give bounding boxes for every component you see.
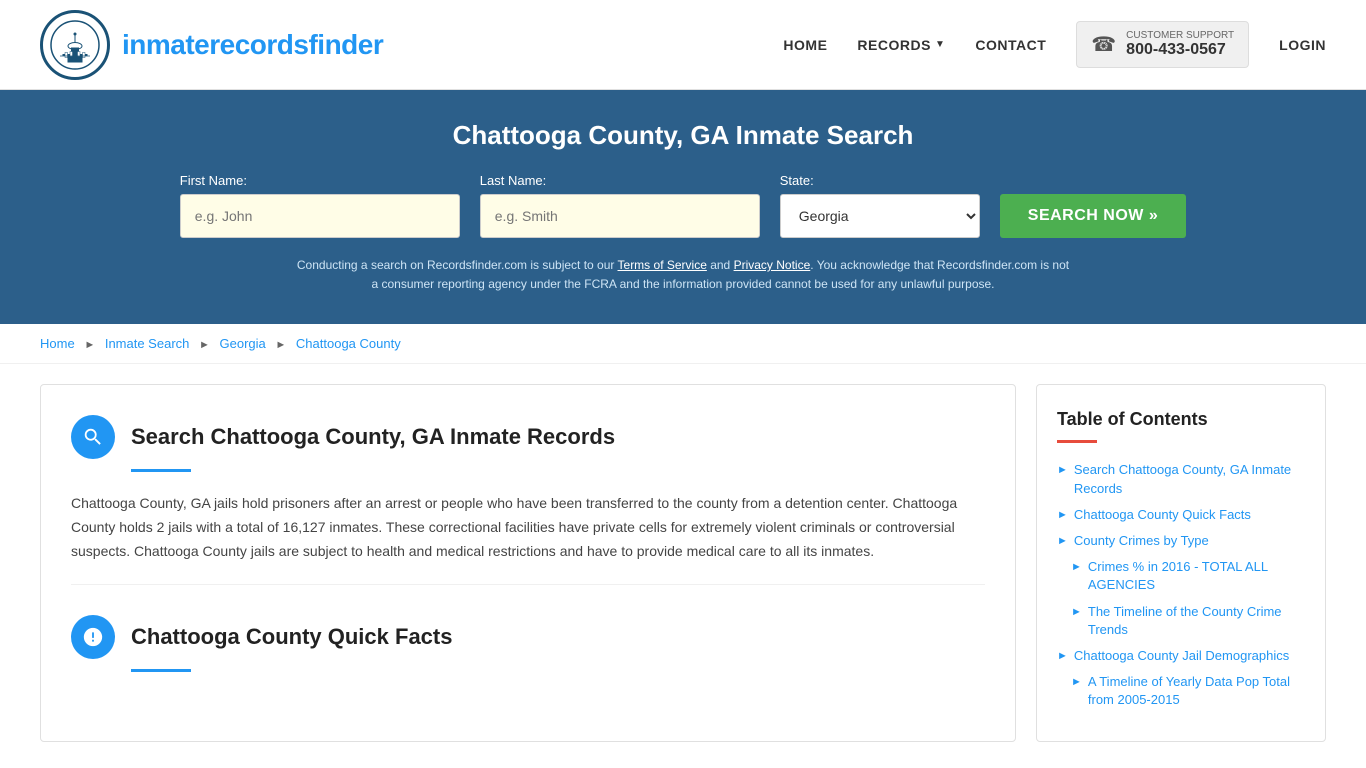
last-name-label: Last Name: (480, 173, 546, 188)
nav-records[interactable]: RECORDS ▼ (857, 37, 945, 53)
last-name-input[interactable] (480, 194, 760, 238)
logo-icon (40, 10, 110, 80)
toc-item-1: ► Search Chattooga County, GA Inmate Rec… (1057, 461, 1305, 497)
search-icon-circle (71, 415, 115, 459)
last-name-group: Last Name: (480, 173, 760, 238)
arrow-icon-4: ► (1071, 560, 1082, 575)
breadcrumb-separator-1: ► (84, 339, 95, 351)
toc-item-3: ► County Crimes by Type (1057, 532, 1305, 550)
section2-title: Chattooga County Quick Facts (131, 624, 452, 650)
inmate-records-section: Search Chattooga County, GA Inmate Recor… (71, 415, 985, 563)
arrow-icon-7: ► (1071, 675, 1082, 690)
arrow-icon-1: ► (1057, 463, 1068, 478)
blue-underline-1 (131, 469, 191, 472)
breadcrumb-home[interactable]: Home (40, 336, 75, 351)
support-phone: 800-433-0567 (1126, 41, 1234, 59)
nav-contact[interactable]: CONTACT (975, 37, 1046, 53)
main-nav: HOME RECORDS ▼ CONTACT ☎ CUSTOMER SUPPOR… (783, 21, 1326, 68)
toc-link-3[interactable]: ► County Crimes by Type (1057, 532, 1305, 550)
toc-link-1[interactable]: ► Search Chattooga County, GA Inmate Rec… (1057, 461, 1305, 497)
alert-icon-circle (71, 615, 115, 659)
toc-item-6: ► Chattooga County Jail Demographics (1057, 647, 1305, 665)
toc-item-5: ► The Timeline of the County Crime Trend… (1071, 603, 1305, 639)
toc-item-4: ► Crimes % in 2016 - TOTAL ALL AGENCIES (1071, 558, 1305, 594)
section1-body: Chattooga County, GA jails hold prisoner… (71, 492, 985, 563)
toc-underline (1057, 440, 1097, 443)
breadcrumb-separator-2: ► (199, 339, 210, 351)
breadcrumb-current: Chattooga County (296, 336, 401, 351)
search-banner: Chattooga County, GA Inmate Search First… (0, 90, 1366, 324)
toc-link-2[interactable]: ► Chattooga County Quick Facts (1057, 506, 1305, 524)
toc-link-5[interactable]: ► The Timeline of the County Crime Trend… (1071, 603, 1305, 639)
site-header: inmaterecordsfinder HOME RECORDS ▼ CONTA… (0, 0, 1366, 90)
state-group: State: Georgia Alabama Alaska (780, 173, 980, 238)
toc-title: Table of Contents (1057, 409, 1305, 430)
alert-icon (82, 626, 104, 648)
toc-link-4[interactable]: ► Crimes % in 2016 - TOTAL ALL AGENCIES (1071, 558, 1305, 594)
breadcrumb-inmate-search[interactable]: Inmate Search (105, 336, 190, 351)
first-name-group: First Name: (180, 173, 460, 238)
breadcrumb-state[interactable]: Georgia (220, 336, 266, 351)
banner-title: Chattooga County, GA Inmate Search (40, 120, 1326, 151)
breadcrumb: Home ► Inmate Search ► Georgia ► Chattoo… (0, 324, 1366, 364)
arrow-icon-3: ► (1057, 534, 1068, 549)
support-label: CUSTOMER SUPPORT (1126, 30, 1234, 41)
terms-link[interactable]: Terms of Service (618, 258, 707, 272)
first-name-label: First Name: (180, 173, 247, 188)
blue-underline-2 (131, 669, 191, 672)
toc-link-6[interactable]: ► Chattooga County Jail Demographics (1057, 647, 1305, 665)
state-label: State: (780, 173, 814, 188)
nav-home[interactable]: HOME (783, 37, 827, 53)
first-name-input[interactable] (180, 194, 460, 238)
arrow-icon-5: ► (1071, 605, 1082, 620)
support-box: ☎ CUSTOMER SUPPORT 800-433-0567 (1076, 21, 1249, 68)
search-form: First Name: Last Name: State: Georgia Al… (40, 173, 1326, 238)
section2-header: Chattooga County Quick Facts (71, 615, 985, 659)
state-select[interactable]: Georgia Alabama Alaska (780, 194, 980, 238)
content-area: Search Chattooga County, GA Inmate Recor… (40, 384, 1016, 742)
arrow-icon-6: ► (1057, 649, 1068, 664)
chevron-down-icon: ▼ (935, 39, 945, 50)
search-icon (82, 426, 104, 448)
quick-facts-section: Chattooga County Quick Facts (71, 584, 985, 672)
section1-header: Search Chattooga County, GA Inmate Recor… (71, 415, 985, 459)
headphone-icon: ☎ (1091, 32, 1116, 57)
nav-login[interactable]: LOGIN (1279, 37, 1326, 53)
toc-item-7: ► A Timeline of Yearly Data Pop Total fr… (1071, 673, 1305, 709)
logo-area: inmaterecordsfinder (40, 10, 383, 80)
support-info: CUSTOMER SUPPORT 800-433-0567 (1126, 30, 1234, 59)
disclaimer-text: Conducting a search on Recordsfinder.com… (293, 256, 1073, 294)
toc-sidebar: Table of Contents ► Search Chattooga Cou… (1036, 384, 1326, 742)
privacy-link[interactable]: Privacy Notice (734, 258, 811, 272)
toc-link-7[interactable]: ► A Timeline of Yearly Data Pop Total fr… (1071, 673, 1305, 709)
section1-title: Search Chattooga County, GA Inmate Recor… (131, 424, 615, 450)
main-content: Search Chattooga County, GA Inmate Recor… (0, 364, 1366, 762)
search-button[interactable]: SEARCH NOW » (1000, 194, 1186, 238)
arrow-icon-2: ► (1057, 508, 1068, 523)
breadcrumb-separator-3: ► (275, 339, 286, 351)
toc-item-2: ► Chattooga County Quick Facts (1057, 506, 1305, 524)
logo-text: inmaterecordsfinder (122, 29, 383, 61)
